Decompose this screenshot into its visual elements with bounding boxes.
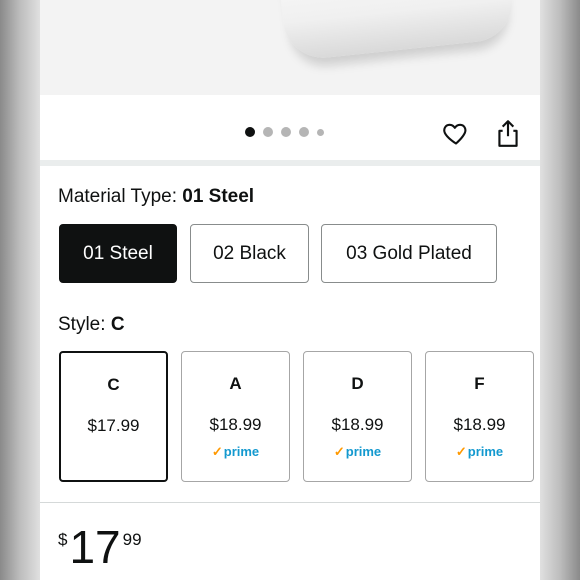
- pagination-dot[interactable]: [245, 127, 255, 137]
- style-option-price: $17.99: [87, 416, 140, 435]
- image-pagination-dots[interactable]: [245, 127, 324, 137]
- prime-text: prime: [467, 444, 504, 459]
- product-page: Material Type: 01 Steel 01 Steel 02 Blac…: [40, 0, 540, 580]
- section-divider: [40, 160, 540, 166]
- style-option-price: $18.99: [331, 415, 384, 434]
- material-type-label: Material Type: 01 Steel: [58, 186, 254, 208]
- style-option-price: $18.99: [453, 415, 506, 434]
- prime-text: prime: [345, 444, 382, 459]
- prime-badge: ✓prime: [426, 444, 533, 460]
- style-value: C: [110, 314, 125, 335]
- prime-check-icon: ✓: [455, 444, 467, 459]
- price-fraction: 99: [122, 530, 142, 549]
- style-option-a[interactable]: A $18.99 ✓prime: [181, 351, 290, 482]
- material-option-01-steel[interactable]: 01 Steel: [59, 224, 177, 283]
- section-divider-line: [40, 502, 540, 503]
- product-price: $ 17 99: [58, 524, 142, 570]
- price-currency: $: [58, 530, 68, 549]
- image-controls: [40, 95, 540, 163]
- material-type-value: 01 Steel: [182, 186, 255, 207]
- material-type-prefix: Material Type:: [58, 186, 183, 207]
- pagination-dot[interactable]: [263, 127, 273, 137]
- style-option-letter: A: [229, 374, 242, 393]
- heart-icon[interactable]: [442, 119, 470, 147]
- pagination-dot[interactable]: [299, 127, 309, 137]
- material-option-03-gold-plated[interactable]: 03 Gold Plated: [321, 224, 497, 283]
- share-icon[interactable]: [495, 118, 521, 148]
- price-whole: 17: [69, 521, 121, 573]
- pagination-dot[interactable]: [317, 128, 324, 136]
- pagination-dot[interactable]: [281, 127, 291, 137]
- prime-check-icon: ✓: [333, 444, 345, 459]
- style-option-letter: D: [351, 374, 364, 393]
- material-option-02-black[interactable]: 02 Black: [190, 224, 309, 283]
- prime-badge: ✓prime: [304, 444, 411, 460]
- product-photo-case: [273, 0, 517, 62]
- style-option-letter: F: [474, 374, 485, 393]
- prime-text: prime: [223, 444, 260, 459]
- left-blur-edge: [0, 0, 40, 580]
- style-option-letter: C: [107, 375, 120, 394]
- style-option-f[interactable]: F $18.99 ✓prime: [425, 351, 534, 482]
- product-image[interactable]: [40, 0, 540, 95]
- style-option-d[interactable]: D $18.99 ✓prime: [303, 351, 412, 482]
- prime-badge: ✓prime: [182, 444, 289, 460]
- right-blur-edge: [540, 0, 580, 580]
- style-option-c[interactable]: C $17.99: [59, 351, 168, 482]
- prime-check-icon: ✓: [211, 444, 223, 459]
- style-prefix: Style:: [58, 314, 111, 335]
- style-option-price: $18.99: [209, 415, 262, 434]
- style-label: Style: C: [58, 314, 125, 336]
